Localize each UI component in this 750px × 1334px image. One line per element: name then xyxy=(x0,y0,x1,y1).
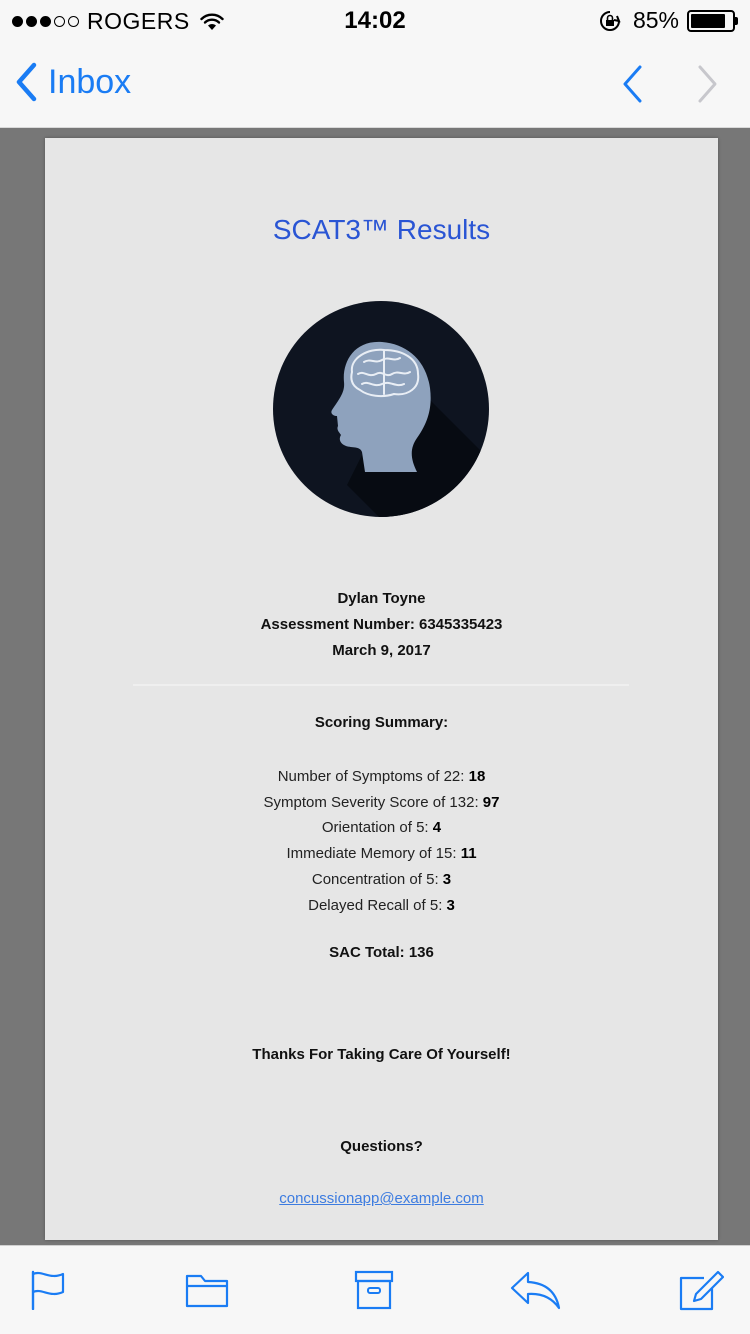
status-right: 85% xyxy=(599,7,738,34)
score-row: Number of Symptoms of 22: 18 xyxy=(277,768,486,785)
email-body: SCAT3™ Results Dylan Toyne Assessment Nu… xyxy=(45,138,718,1240)
chevron-left-icon xyxy=(16,62,37,102)
questions-heading: Questions? xyxy=(340,1138,423,1155)
divider xyxy=(133,684,629,686)
rotation-lock-icon xyxy=(599,10,621,31)
previous-message-button[interactable] xyxy=(620,64,646,104)
reply-icon[interactable] xyxy=(510,1270,562,1310)
patient-name: Dylan Toyne xyxy=(337,590,426,607)
nav-bar: Inbox xyxy=(0,40,750,128)
email-title: SCAT3™ Results xyxy=(272,214,491,245)
compose-icon[interactable] xyxy=(678,1270,724,1312)
score-row: Immediate Memory of 15: 11 xyxy=(286,845,477,863)
assessment-date: March 9, 2017 xyxy=(332,642,431,659)
score-row: Symptom Severity Score of 132: 97 xyxy=(263,793,500,811)
bottom-toolbar xyxy=(0,1245,750,1334)
inbox-back-button[interactable]: Inbox xyxy=(14,62,131,102)
status-bar: ROGERS 14:02 85% xyxy=(0,0,750,40)
contact-email-link[interactable]: concussionapp@example.com xyxy=(45,1190,718,1207)
back-label: Inbox xyxy=(48,62,132,101)
score-row: Delayed Recall of 5: 3 xyxy=(308,896,455,914)
archive-icon[interactable] xyxy=(354,1270,394,1310)
brain-head-icon xyxy=(273,301,489,517)
patient-info: Dylan Toyne Assessment Number: 634533542… xyxy=(45,586,718,664)
score-row: Concentration of 5: 3 xyxy=(311,870,452,888)
assessment-number: Assessment Number: 6345335423 xyxy=(260,616,503,633)
battery-icon xyxy=(687,9,738,32)
battery-percent: 85% xyxy=(632,7,679,33)
folder-icon[interactable] xyxy=(185,1270,229,1308)
score-row: Orientation of 5: 4 xyxy=(321,819,442,837)
scoring-summary-heading: Scoring Summary: xyxy=(314,714,449,731)
next-message-button[interactable] xyxy=(694,64,720,104)
flag-icon[interactable] xyxy=(30,1270,66,1310)
score-list: Number of Symptoms of 22: 18 Symptom Sev… xyxy=(45,764,718,918)
thanks-message: Thanks For Taking Care Of Yourself! xyxy=(252,1046,511,1063)
sac-total: SAC Total: 136 xyxy=(329,944,434,961)
